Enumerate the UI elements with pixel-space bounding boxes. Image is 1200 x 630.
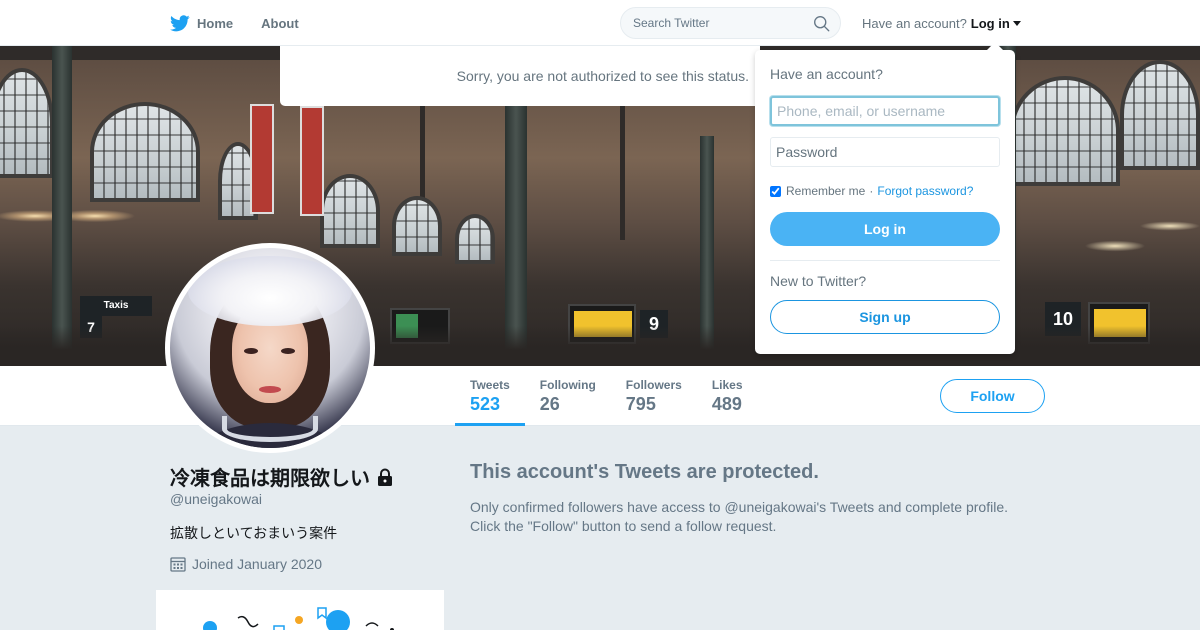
profile-stats: Tweets 523 Following 26 Followers 795 Li… xyxy=(455,366,758,426)
profile-handle[interactable]: @uneigakowai xyxy=(170,491,262,507)
protected-description: Only confirmed followers have access to … xyxy=(470,498,1070,536)
profile-name: 冷凍食品は期限欲しい xyxy=(170,462,394,491)
stat-label: Following xyxy=(539,378,596,392)
remember-me-row: Remember me · Forgot password? xyxy=(770,184,973,198)
have-account-area: Have an account? Log in xyxy=(862,0,1021,46)
avatar-image xyxy=(170,248,370,448)
stat-label: Likes xyxy=(711,378,743,392)
protected-description-line: Only confirmed followers have access to … xyxy=(470,499,1009,515)
nav-left: Home About xyxy=(170,0,327,46)
stat-likes[interactable]: Likes 489 xyxy=(697,366,758,426)
stat-value: 489 xyxy=(711,394,742,414)
nav-about-link[interactable]: About xyxy=(261,0,299,46)
stat-value: 795 xyxy=(625,394,656,414)
nav-home-label: Home xyxy=(197,15,234,31)
have-account-text: Have an account? xyxy=(862,15,967,31)
login-dropdown-toggle[interactable]: Log in xyxy=(971,16,1021,31)
stat-value: 26 xyxy=(539,394,560,414)
new-to-twitter-text: New to Twitter? xyxy=(770,273,867,289)
remember-me-checkbox[interactable] xyxy=(770,185,781,197)
search-icon[interactable] xyxy=(813,15,830,32)
login-link-label: Log in xyxy=(970,15,1010,31)
stat-label: Followers xyxy=(625,378,682,392)
search-input[interactable] xyxy=(633,16,803,30)
remember-me-label: Remember me xyxy=(786,184,866,198)
stat-value: 523 xyxy=(470,394,501,414)
unauthorized-status-notice: Sorry, you are not authorized to see thi… xyxy=(280,46,760,106)
joined-date-text: Joined January 2020 xyxy=(192,556,322,572)
forgot-password-link[interactable]: Forgot password? xyxy=(877,184,973,198)
separator-dot: · xyxy=(869,184,874,198)
profile-bio: 拡散しといておまいう案件 xyxy=(170,525,338,541)
stat-following[interactable]: Following 26 xyxy=(525,366,611,426)
protected-description-line: Click the "Follow" button to send a foll… xyxy=(470,518,777,534)
joined-date: Joined January 2020 xyxy=(170,556,322,572)
twitter-bird-icon xyxy=(170,14,190,31)
stat-followers[interactable]: Followers 795 xyxy=(611,366,697,426)
profile-avatar[interactable] xyxy=(165,243,375,453)
password-field[interactable] xyxy=(770,137,1000,167)
login-dropdown: Have an account? Remember me · Forgot pa… xyxy=(755,42,1015,354)
login-button[interactable]: Log in xyxy=(770,212,1000,246)
nav-home-link[interactable]: Home xyxy=(170,0,233,46)
search-box xyxy=(620,7,841,39)
divider xyxy=(770,260,1000,261)
signup-button[interactable]: Sign up xyxy=(770,300,1000,334)
unauthorized-status-text: Sorry, you are not authorized to see thi… xyxy=(456,68,749,84)
top-navigation-bar: Home About Have an account? Log in xyxy=(0,0,1200,46)
chevron-down-icon xyxy=(1012,20,1021,26)
promo-illustration xyxy=(156,590,444,630)
lock-icon xyxy=(378,468,392,486)
calendar-icon xyxy=(170,557,186,572)
protected-heading: This account's Tweets are protected. xyxy=(470,461,819,483)
follow-button[interactable]: Follow xyxy=(940,379,1045,413)
stat-label: Tweets xyxy=(470,378,510,392)
username-field[interactable] xyxy=(770,96,1000,126)
profile-name-text: 冷凍食品は期限欲しい xyxy=(170,468,370,490)
stat-tweets[interactable]: Tweets 523 xyxy=(455,366,525,426)
login-dropdown-heading: Have an account? xyxy=(770,66,883,82)
